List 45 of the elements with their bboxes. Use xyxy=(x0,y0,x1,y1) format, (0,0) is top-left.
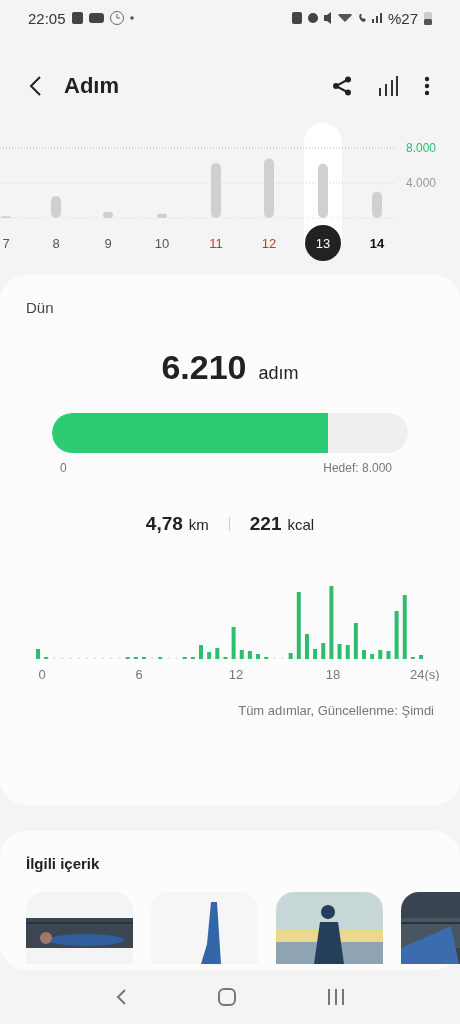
video-app-icon xyxy=(88,13,104,23)
hour-label: 18 xyxy=(325,667,341,681)
axis-label: 8.000 xyxy=(406,141,437,155)
hour-label: 6 xyxy=(135,667,143,681)
back-icon[interactable] xyxy=(28,75,42,97)
day-label[interactable]: 8 xyxy=(52,236,60,251)
battery-icon xyxy=(424,11,432,25)
notification-icon xyxy=(71,12,83,24)
goal-label: Hedef: 8.000 xyxy=(323,461,392,475)
mute-icon xyxy=(323,12,332,24)
distance-unit: km xyxy=(188,516,209,533)
home-icon[interactable] xyxy=(218,988,236,1006)
day-label[interactable]: 12 xyxy=(261,236,277,251)
calories-value: 221 xyxy=(249,513,282,535)
day-label[interactable]: 10 xyxy=(154,236,170,251)
day-label[interactable]: 14 xyxy=(369,236,385,251)
update-note: Tüm adımlar, Güncellenme: Şimdi xyxy=(238,703,434,718)
distance-value: 4,78 xyxy=(145,513,183,535)
axis-label: 4.000 xyxy=(406,176,437,190)
dot-icon xyxy=(129,16,134,20)
hour-label: 0 xyxy=(38,667,46,681)
step-count: 6.210 xyxy=(161,348,247,387)
day-label[interactable]: 11 xyxy=(209,236,223,251)
day-label[interactable]: 9 xyxy=(104,236,112,251)
battery-percent: %27 xyxy=(387,9,418,27)
wifi-icon xyxy=(337,14,352,22)
signal-icon xyxy=(371,13,382,23)
clock-icon xyxy=(109,11,124,25)
call-icon xyxy=(357,13,366,23)
progress-min-label: 0 xyxy=(60,461,67,475)
day-label: Dün xyxy=(26,299,54,316)
selected-day-circle[interactable] xyxy=(305,225,341,261)
calories-unit: kcal xyxy=(287,516,315,533)
share-icon[interactable] xyxy=(332,76,352,96)
page-title: Adım xyxy=(64,73,119,99)
hour-label: 24(s) xyxy=(410,667,440,681)
day-label[interactable]: 13 xyxy=(315,236,331,251)
step-unit: adım xyxy=(258,363,299,384)
status-time: 22:05 xyxy=(28,9,66,27)
recent-apps-icon[interactable] xyxy=(326,989,345,1005)
bar-chart-icon[interactable] xyxy=(378,76,398,96)
section-title: İlgili içerik xyxy=(26,855,100,872)
day-label[interactable]: 7 xyxy=(2,236,10,251)
hour-label: 12 xyxy=(228,667,244,681)
more-options-icon[interactable] xyxy=(424,76,430,96)
